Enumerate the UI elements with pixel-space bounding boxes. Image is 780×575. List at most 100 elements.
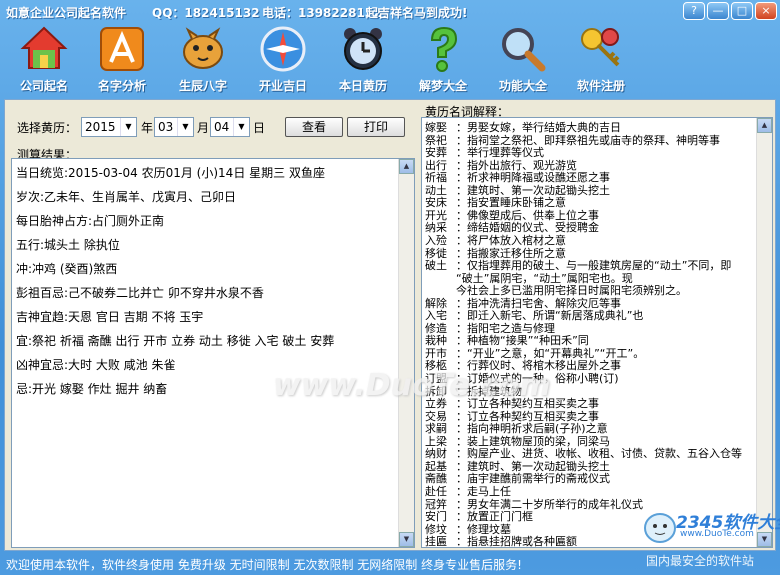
result-line: 每日胎神占方:占门厕外正南 — [16, 214, 165, 228]
lexicon-definition: ：指搬家迁移住所之意 — [456, 246, 566, 260]
lexicon-term: 纳采 — [425, 221, 447, 235]
alarm-clock-icon — [344, 28, 382, 70]
lexicon-definition: ：即迁入新宅、所谓“新居落成典礼”也 — [456, 309, 644, 323]
app-window: 如意企业公司起名软件 QQ：182415132 电话：13982281527 起… — [0, 0, 780, 575]
year-select[interactable]: 2015 ▼ — [81, 117, 137, 137]
lexicon-definition: ：指安置睡床卧铺之意 — [456, 196, 566, 210]
lexicon-term: 交易 — [425, 409, 447, 423]
result-line: 五行:城头土 除执位 — [16, 238, 120, 252]
lexicon-row: 起基 ：建筑时、第一次动起锄头挖土 — [425, 460, 610, 473]
lexicon-term: 开光 — [425, 208, 447, 222]
maximize-button[interactable]: □ — [731, 2, 753, 20]
lexicon-term: 动土 — [425, 183, 447, 197]
lexicon-term: 订盟 — [425, 372, 447, 385]
logo-slogan: 国内最安全的软件站 — [646, 554, 755, 568]
lexicon-row: 安门 ：放置正门门框 — [425, 510, 533, 523]
result-scrollbar[interactable]: ▲ ▼ — [398, 159, 414, 547]
lexicon-row: 订盟 ：订婚仪式的一种，俗称小聘(订) — [425, 372, 619, 385]
query-button[interactable]: 查看 — [285, 117, 343, 137]
lexicon-row: 嫁娶 ：男娶女嫁，举行结婚大典的吉日 — [425, 121, 621, 134]
lexicon-box: 嫁娶 ：男娶女嫁，举行结婚大典的吉日 祭祀 ：指祠堂之祭祀、即拜祭祖先或庙寺的祭拜、神… — [421, 117, 773, 548]
chevron-down-icon: ▼ — [233, 118, 249, 136]
lexicon-row: 上梁 ：装上建筑物屋顶的梁，同梁马 — [425, 435, 610, 448]
lexicon-row: 纳采 ：缔结婚姻的仪式、受授聘金 — [425, 221, 599, 234]
lexicon-definition: ：祈求神明降福或设醮还愿之事 — [456, 171, 610, 185]
day-unit-label: 日 — [253, 121, 266, 135]
tool-opening-day[interactable]: 开业吉日 — [243, 24, 323, 98]
lexicon-term: 破土 — [425, 259, 447, 273]
lexicon-definition: ：男娶女嫁，举行结婚大典的吉日 — [456, 121, 621, 134]
chevron-down-icon: ▼ — [120, 118, 136, 136]
lexicon-definition: ：举行埋葬等仪式 — [456, 146, 544, 160]
lexicon-scrollbar[interactable]: ▲ ▼ — [756, 118, 772, 547]
lexicon-row: 祭祀 ：指祠堂之祭祀、即拜祭祖先或庙寺的祭拜、神明等事 — [425, 134, 720, 147]
result-line: 吉神宜趋:天恩 官日 吉期 不将 玉宇 — [16, 310, 204, 324]
lexicon-term: 冠笄 — [425, 497, 447, 511]
lexicon-definition: ：种植物“接果”“种田禾”同 — [456, 334, 589, 348]
title-bar: 如意企业公司起名软件 QQ：182415132 电话：13982281527 起… — [0, 0, 780, 22]
tool-company-naming[interactable]: 公司起名 — [4, 24, 84, 98]
app-title: 如意企业公司起名软件 — [6, 6, 127, 20]
result-line: 凶神宜忌:大时 大败 咸池 朱雀 — [16, 358, 176, 372]
ruler-icon — [100, 27, 144, 71]
lexicon-definition: ：放置正门门框 — [456, 510, 533, 524]
lexicon-definition: ：购屋产业、进货、收帐、收租、讨债、贷款、五谷入仓等 — [456, 447, 742, 461]
day-select[interactable]: 04 ▼ — [210, 117, 250, 137]
lexicon-row: 求嗣 ：指向神明祈求后嗣(子孙)之意 — [425, 422, 608, 435]
lexicon-term: 求嗣 — [425, 422, 447, 436]
year-unit-label: 年 — [141, 121, 154, 135]
tool-name-analysis[interactable]: 名字分析 — [82, 24, 162, 98]
tool-daily-almanac[interactable]: 本日黄历 — [323, 24, 403, 98]
magnifier-icon — [502, 28, 546, 72]
result-line: 忌:开光 嫁娶 作灶 掘井 纳畜 — [16, 382, 168, 396]
lexicon-term: 开市 — [425, 346, 447, 360]
close-button[interactable]: × — [755, 2, 777, 20]
lexicon-term: 斋醮 — [425, 472, 447, 486]
tool-all-functions[interactable]: 功能大全 — [483, 24, 563, 98]
lexicon-definition: ：修理坟墓 — [456, 522, 511, 536]
result-line: 当日统览:2015-03-04 农历01月 (小)14日 星期三 双鱼座 — [16, 166, 325, 180]
month-unit-label: 月 — [197, 121, 210, 135]
lexicon-definition: ：指外出旅行、观光游览 — [456, 158, 577, 172]
help-button[interactable]: ? — [683, 2, 705, 20]
result-line: 冲:冲鸡 (癸酉)煞西 — [16, 262, 118, 276]
tool-dream-interpret[interactable]: 解梦大全 — [403, 24, 483, 98]
lexicon-row: 立券 ：订立各种契约互相买卖之事 — [425, 397, 599, 410]
lexicon-term: 赴任 — [425, 484, 447, 498]
lexicon-term: 修造 — [425, 321, 447, 335]
minimize-button[interactable]: — — [707, 2, 729, 20]
lexicon-row: 拆卸 ：拆掉建筑物 — [425, 385, 522, 398]
print-button[interactable]: 打印 — [347, 117, 405, 137]
lexicon-row: 开光 ：佛像塑成后、供奉上位之事 — [425, 209, 599, 222]
lexicon-definition: ：缔结婚姻的仪式、受授聘金 — [456, 221, 599, 235]
lexicon-term: 移柩 — [425, 359, 447, 373]
scroll-up-icon[interactable]: ▲ — [757, 118, 772, 133]
lexicon-definition: ：佛像塑成后、供奉上位之事 — [456, 208, 599, 222]
tool-register[interactable]: 软件注册 — [561, 24, 641, 98]
lexicon-definition: 今社会上多已滥用阴宅择日时属阳宅须辨别之。 — [456, 284, 687, 298]
lexicon-term: 起基 — [425, 459, 447, 473]
lexicon-row: 斋醮 ：庙宇建醮前需举行的斋戒仪式 — [425, 472, 610, 485]
lexicon-definition: ：建筑时、第一次动起锄头挖土 — [456, 459, 610, 473]
lexicon-term: 上梁 — [425, 434, 447, 448]
lexicon-row: 动土 ：建筑时、第一次动起锄头挖土 — [425, 184, 610, 197]
scroll-up-icon[interactable]: ▲ — [399, 159, 414, 174]
month-select[interactable]: 03 ▼ — [154, 117, 194, 137]
mascot-icon — [644, 513, 676, 543]
lexicon-definition: “破土”属阴宅，“动土”属阳宅也。现 — [456, 271, 633, 285]
tool-birth-chart[interactable]: 生辰八字 — [163, 24, 243, 98]
compass-icon — [260, 26, 306, 72]
lexicon-row: 挂匾 ：指悬挂招牌或各种匾额 — [425, 535, 577, 547]
lexicon-definition: ：订立各种契约互相买卖之事 — [456, 409, 599, 423]
lexicon-term: 祭祀 — [425, 133, 447, 147]
main-panel: 选择黄历： 2015 ▼ 年 03 ▼ 月 04 ▼ 日 查看 打印 测算结果： 当日… — [4, 99, 776, 551]
scroll-down-icon[interactable]: ▼ — [399, 532, 414, 547]
lexicon-row: 纳财 ：购屋产业、进货、收帐、收租、讨债、贷款、五谷入仓等 — [425, 447, 742, 460]
lexicon-row: 冠笄 ：男女年满二十岁所举行的成年礼仪式 — [425, 498, 643, 511]
lexicon-term: 栽种 — [425, 334, 447, 348]
lexicon-term: 解除 — [425, 296, 447, 310]
qq-contact: QQ：182415132 — [152, 6, 260, 20]
lexicon-row: 祈福 ：祈求神明降福或设醮还愿之事 — [425, 171, 610, 184]
lexicon-definition: ：拆掉建筑物 — [456, 384, 522, 398]
house-icon — [20, 26, 68, 69]
